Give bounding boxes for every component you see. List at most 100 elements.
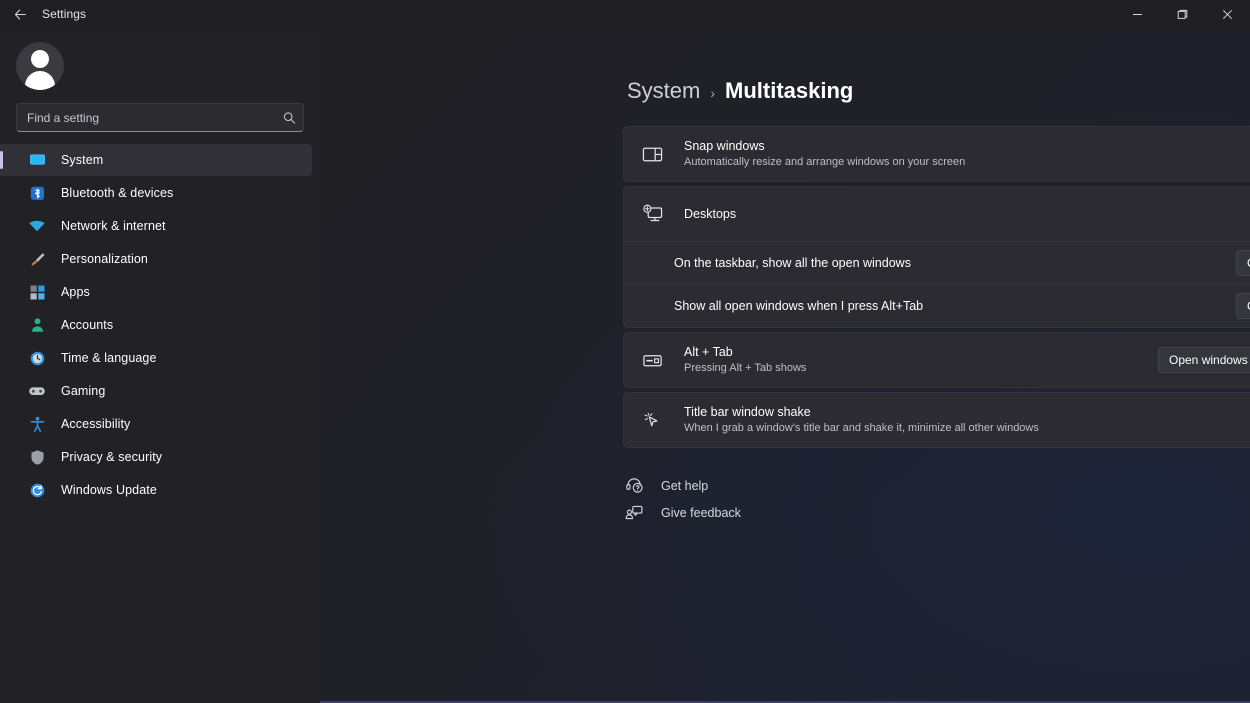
sidebar-item-label: Bluetooth & devices — [61, 186, 173, 200]
wifi-icon — [27, 216, 47, 236]
snap-windows-text: Snap windows Automatically resize and ar… — [684, 138, 1250, 170]
search-wrap — [0, 90, 320, 132]
sidebar-item-label: Privacy & security — [61, 450, 162, 464]
sidebar-item-system[interactable]: System — [0, 144, 312, 176]
snap-windows-subtitle: Automatically resize and arrange windows… — [684, 155, 1250, 170]
alt-tab-row: Alt + Tab Pressing Alt + Tab shows Open … — [624, 333, 1250, 387]
alt-tab-dropdown[interactable]: Open windows and 5 most recent tabs in M — [1158, 347, 1250, 373]
breadcrumb-separator-icon: › — [710, 85, 715, 101]
snap-windows-row[interactable]: Snap windows Automatically resize and ar… — [624, 127, 1250, 181]
sidebar-item-privacy-security[interactable]: Privacy & security — [0, 441, 312, 473]
avatar-head-shape — [31, 50, 49, 68]
sidebar-item-windows-update[interactable]: Windows Update — [0, 474, 312, 506]
app-body: System Bluetooth & devices — [0, 28, 1250, 703]
snap-windows-title: Snap windows — [684, 138, 1250, 154]
search-icon[interactable] — [283, 111, 296, 124]
alt-tab-icon — [640, 348, 664, 372]
desktop-add-icon — [640, 202, 664, 226]
desktops-card: Desktops — [623, 186, 1250, 328]
give-feedback-link[interactable]: Give feedback — [623, 499, 747, 526]
title-bar-shake-text: Title bar window shake When I grab a win… — [684, 404, 1250, 436]
sidebar-item-label: Windows Update — [61, 483, 157, 497]
title-bar: Settings — [0, 0, 1250, 28]
feedback-icon — [623, 502, 645, 524]
content-area: System › Multitasking — [320, 28, 1250, 703]
sidebar-item-label: System — [61, 153, 103, 167]
sidebar-item-label: Apps — [61, 285, 90, 299]
content-inner: System › Multitasking — [320, 28, 1250, 526]
sidebar-item-label: Gaming — [61, 384, 105, 398]
close-button[interactable] — [1205, 0, 1250, 28]
get-help-label: Get help — [661, 479, 708, 493]
dropdown-value: Open windows and 5 most recent tabs in M — [1169, 353, 1250, 367]
sidebar-item-bluetooth-devices[interactable]: Bluetooth & devices — [0, 177, 312, 209]
cursor-shake-icon — [640, 408, 664, 432]
sidebar-item-label: Accessibility — [61, 417, 130, 431]
alt-tab-text: Alt + Tab Pressing Alt + Tab shows — [684, 344, 1158, 376]
window-controls — [1115, 0, 1250, 28]
sidebar: System Bluetooth & devices — [0, 28, 320, 703]
sidebar-item-label: Time & language — [61, 351, 157, 365]
search-input[interactable] — [27, 111, 277, 125]
desktops-taskbar-dropdown[interactable]: Only on the desktop I'm using — [1236, 250, 1250, 276]
search-box[interactable] — [16, 103, 304, 132]
sidebar-item-time-language[interactable]: Time & language — [0, 342, 312, 374]
avatar-body-shape — [25, 71, 55, 90]
desktops-alttab-row: Show all open windows when I press Alt+T… — [624, 285, 1250, 327]
desktops-taskbar-label: On the taskbar, show all the open window… — [674, 256, 1236, 270]
sidebar-item-label: Personalization — [61, 252, 148, 266]
sidebar-item-label: Network & internet — [61, 219, 166, 233]
sidebar-item-label: Accounts — [61, 318, 113, 332]
desktops-text: Desktops — [684, 206, 1250, 222]
back-button[interactable] — [0, 0, 40, 28]
maximize-button[interactable] — [1160, 0, 1205, 28]
title-bar-shake-card: Title bar window shake When I grab a win… — [623, 392, 1250, 448]
maximize-icon — [1177, 9, 1188, 20]
sidebar-item-personalization[interactable]: Personalization — [0, 243, 312, 275]
give-feedback-label: Give feedback — [661, 506, 741, 520]
breadcrumb-root-link[interactable]: System — [627, 78, 700, 104]
help-icon — [623, 475, 645, 497]
page-title: Multitasking — [725, 78, 853, 104]
get-help-link[interactable]: Get help — [623, 472, 714, 499]
sidebar-item-apps[interactable]: Apps — [0, 276, 312, 308]
arrow-left-icon — [13, 7, 28, 22]
close-icon — [1222, 9, 1233, 20]
paintbrush-icon — [27, 249, 47, 269]
update-icon — [27, 480, 47, 500]
title-bar-shake-row: Title bar window shake When I grab a win… — [624, 393, 1250, 447]
footer-links: Get help Give feedback — [623, 472, 1250, 526]
alt-tab-subtitle: Pressing Alt + Tab shows — [684, 361, 1158, 376]
alt-tab-card: Alt + Tab Pressing Alt + Tab shows Open … — [623, 332, 1250, 388]
settings-cards: Snap windows Automatically resize and ar… — [623, 126, 1250, 448]
bluetooth-icon — [27, 183, 47, 203]
desktops-alttab-label: Show all open windows when I press Alt+T… — [674, 299, 1236, 313]
desktops-alttab-dropdown[interactable]: Only on the desktop I'm using — [1236, 293, 1250, 319]
apps-icon — [27, 282, 47, 302]
gamepad-icon — [27, 381, 47, 401]
accessibility-icon — [27, 414, 47, 434]
title-bar-shake-subtitle: When I grab a window's title bar and sha… — [684, 421, 1250, 436]
sidebar-item-gaming[interactable]: Gaming — [0, 375, 312, 407]
desktops-header-row[interactable]: Desktops — [624, 187, 1250, 241]
user-avatar[interactable] — [16, 42, 64, 90]
shield-icon — [27, 447, 47, 467]
title-bar-shake-title: Title bar window shake — [684, 404, 1250, 420]
sidebar-nav: System Bluetooth & devices — [0, 144, 320, 506]
minimize-icon — [1132, 9, 1143, 20]
sidebar-item-accounts[interactable]: Accounts — [0, 309, 312, 341]
desktops-title: Desktops — [684, 206, 1250, 222]
snap-layout-icon — [640, 142, 664, 166]
title-bar-left: Settings — [0, 0, 86, 28]
avatar-area — [0, 28, 320, 90]
minimize-button[interactable] — [1115, 0, 1160, 28]
person-icon — [27, 315, 47, 335]
clock-icon — [27, 348, 47, 368]
alt-tab-controls: Open windows and 5 most recent tabs in M — [1158, 347, 1250, 373]
sidebar-item-accessibility[interactable]: Accessibility — [0, 408, 312, 440]
desktops-taskbar-row: On the taskbar, show all the open window… — [624, 242, 1250, 284]
alt-tab-title: Alt + Tab — [684, 344, 1158, 360]
display-icon — [27, 150, 47, 170]
window-title: Settings — [42, 7, 86, 21]
sidebar-item-network-internet[interactable]: Network & internet — [0, 210, 312, 242]
